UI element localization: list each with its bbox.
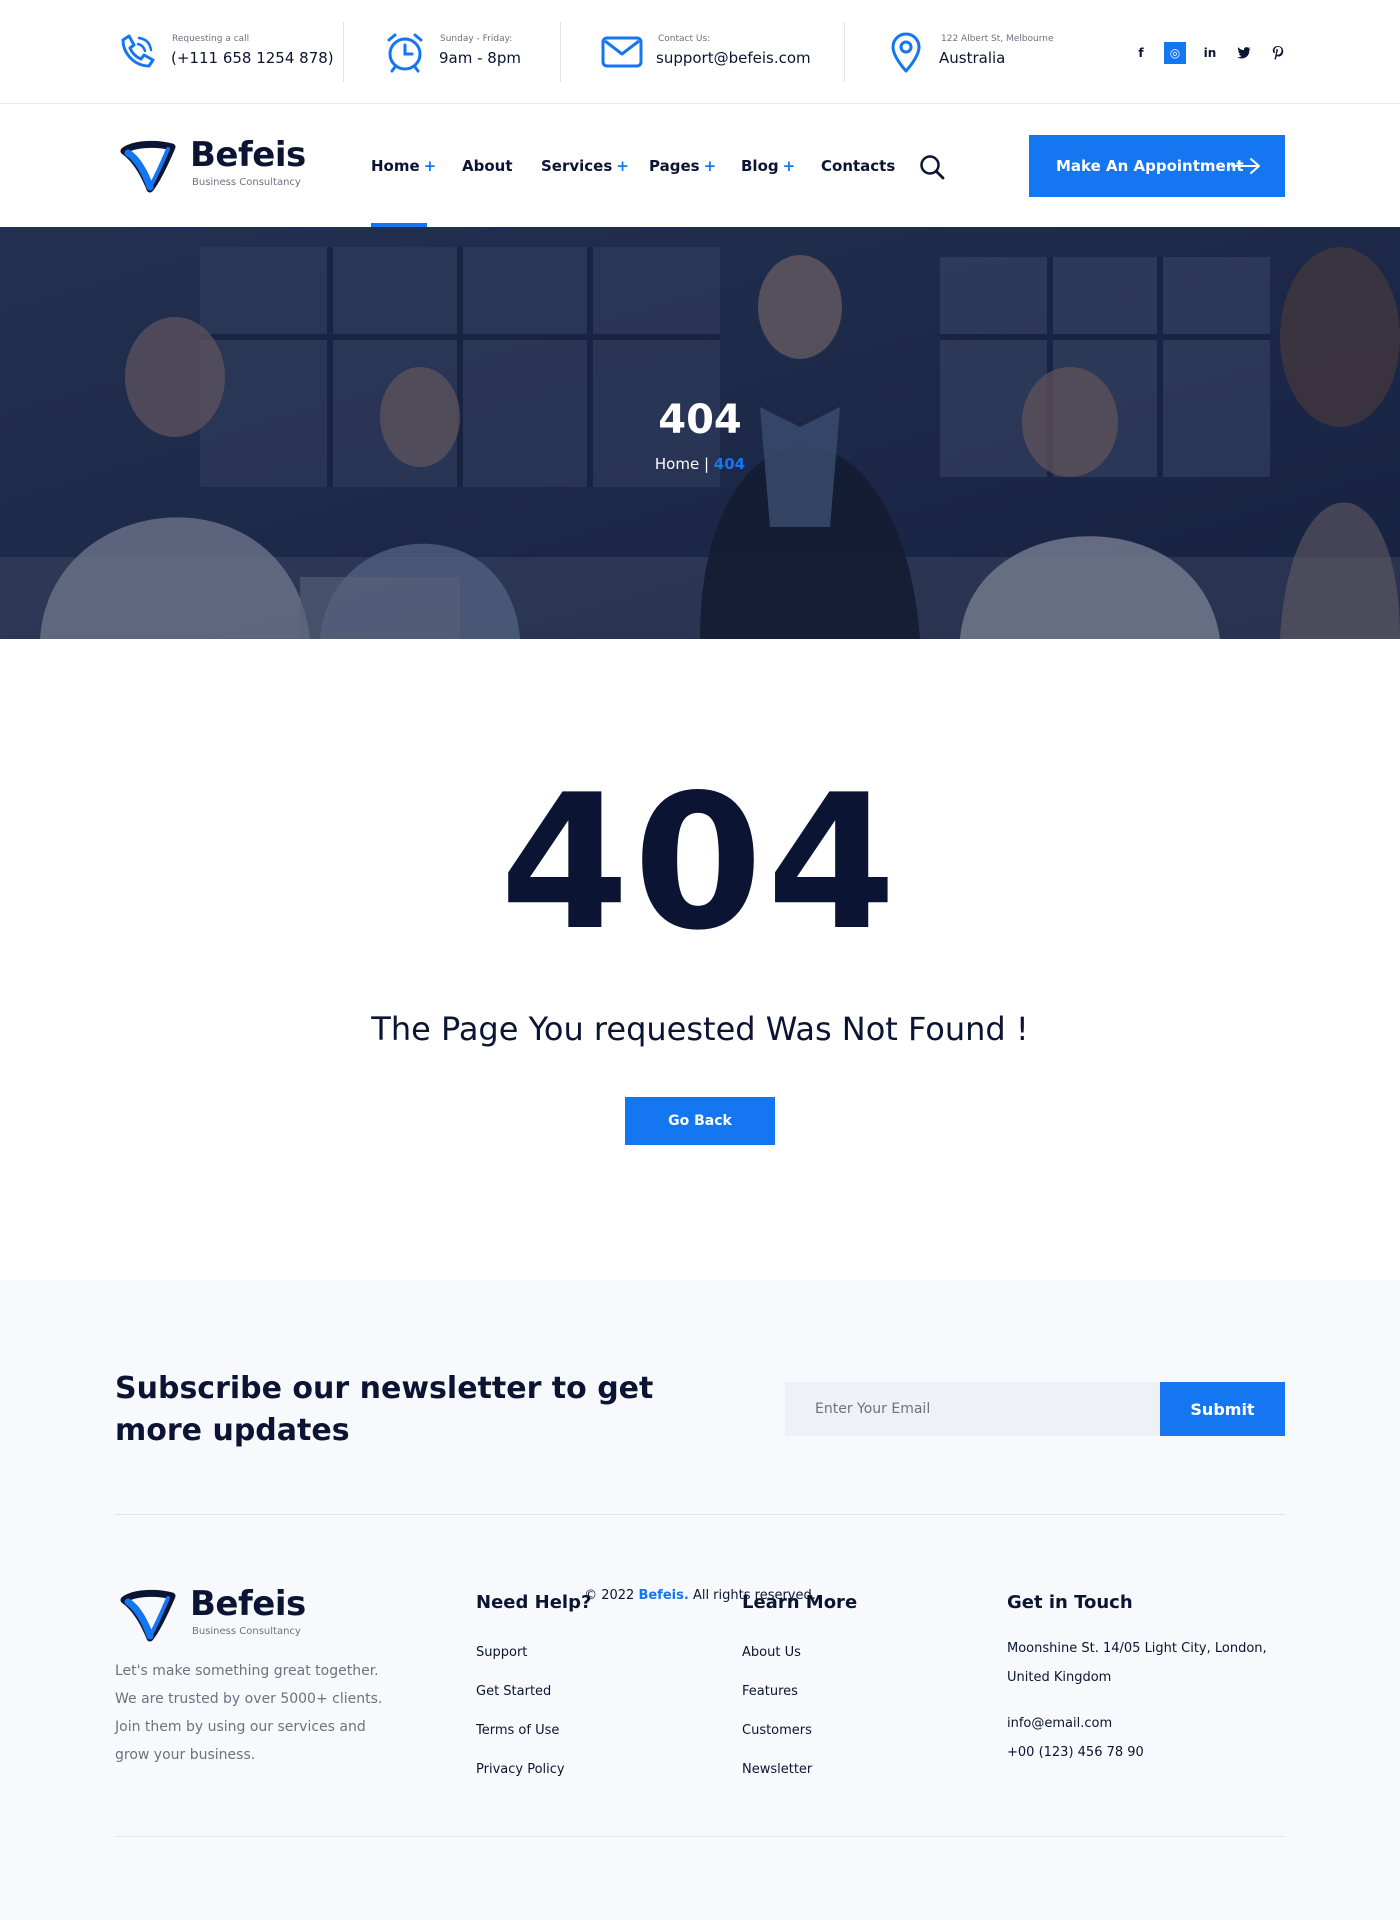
footer-bottom-divider (115, 1836, 1285, 1837)
newsletter-submit-button[interactable]: Submit (1160, 1382, 1285, 1436)
logo[interactable]: Befeis Business Consultancy (118, 133, 308, 193)
page-hero-banner: 404 Home | 404 (0, 227, 1400, 639)
footer-link-get-started[interactable]: Get Started (476, 1684, 551, 1699)
plus-icon: + (423, 157, 437, 175)
footer-link-about-us[interactable]: About Us (742, 1645, 801, 1660)
go-back-button[interactable]: Go Back (625, 1097, 775, 1145)
call-number[interactable]: (+111 658 1254 878) (171, 49, 334, 67)
pinterest-icon[interactable] (1267, 42, 1289, 64)
nav-home-label: Home (371, 157, 420, 175)
plus-icon: + (616, 157, 629, 175)
search-icon[interactable] (918, 153, 946, 181)
go-back-label: Go Back (668, 1113, 732, 1129)
footer-link-newsletter[interactable]: Newsletter (742, 1762, 812, 1777)
nav-about[interactable]: About (462, 157, 513, 175)
breadcrumb-separator: | (703, 455, 710, 473)
email-info[interactable]: Contact Us: support@befeis.com (600, 30, 820, 74)
breadcrumb-home[interactable]: Home (655, 455, 699, 473)
nav-blog[interactable]: Blog + (741, 157, 795, 175)
contact-address-line1: Moonshine St. 14/05 Light City, London, (1007, 1641, 1267, 1656)
facebook-icon[interactable]: f (1130, 42, 1152, 64)
nav-home[interactable]: Home + (371, 157, 436, 175)
footer-about-text: Let's make something great together. We … (115, 1663, 383, 1763)
alarm-clock-icon (387, 33, 423, 73)
divider (844, 22, 845, 82)
footer-link-privacy[interactable]: Privacy Policy (476, 1762, 565, 1777)
breadcrumb-current: 404 (713, 455, 746, 473)
nav-pages[interactable]: Pages + (649, 157, 716, 175)
breadcrumb: Home | 404 (0, 455, 1400, 473)
phone-icon (121, 34, 155, 68)
contact-phone[interactable]: +00 (123) 456 78 90 (1007, 1738, 1144, 1767)
location-label: 122 Albert St, Melbourne (941, 34, 1054, 44)
error-code: 404 (499, 754, 901, 971)
location-info: 122 Albert St, Melbourne Australia (884, 30, 1084, 74)
email-address[interactable]: support@befeis.com (656, 49, 811, 67)
make-appointment-label: Make An Appointment (1056, 157, 1244, 175)
arrow-right-icon (1231, 158, 1260, 174)
nav-blog-label: Blog (741, 157, 779, 175)
envelope-icon (601, 36, 643, 68)
call-label: Requesting a call (172, 34, 250, 44)
footer-divider (115, 1514, 1285, 1515)
hours-value: 9am - 8pm (439, 49, 521, 67)
footer-link-support[interactable]: Support (476, 1645, 527, 1660)
logo-name: Befeis (190, 135, 306, 175)
linkedin-icon[interactable]: in (1199, 42, 1221, 64)
nav-services-label: Services (541, 157, 613, 175)
copyright: © 2022 Befeis. All rights reserved. (0, 1588, 1400, 1603)
footer-link-customers[interactable]: Customers (742, 1723, 812, 1738)
divider (343, 22, 344, 82)
make-appointment-button[interactable]: Make An Appointment (1029, 135, 1285, 197)
copyright-brand[interactable]: Befeis. (638, 1588, 688, 1603)
plus-icon: + (782, 157, 796, 175)
logo-mark-icon (120, 140, 176, 193)
top-info-bar: Requesting a call (+111 658 1254 878) Su… (0, 0, 1400, 104)
nav-contacts-label: Contacts (821, 157, 896, 175)
copyright-text: All rights reserved. (692, 1588, 816, 1603)
footer-link-terms[interactable]: Terms of Use (476, 1723, 559, 1738)
page-title: 404 (658, 397, 742, 443)
dribbble-icon[interactable]: ◎ (1164, 42, 1186, 64)
newsletter-title: Subscribe our newsletter to get more upd… (115, 1371, 654, 1448)
hours-info: Sunday - Friday: 9am - 8pm (383, 30, 533, 74)
contact-email[interactable]: info@email.com (1007, 1709, 1112, 1738)
nav-about-label: About (462, 157, 513, 175)
nav-pages-label: Pages (649, 157, 700, 175)
twitter-icon[interactable] (1233, 42, 1255, 64)
contact-address-line2: United Kingdom (1007, 1670, 1112, 1685)
newsletter-email-input[interactable] (785, 1382, 1160, 1436)
hours-label: Sunday - Friday: (440, 34, 513, 44)
call-info[interactable]: Requesting a call (+111 658 1254 878) (115, 30, 334, 74)
footer-link-features[interactable]: Features (742, 1684, 798, 1699)
nav-services[interactable]: Services + (541, 157, 629, 175)
logo-tagline: Business Consultancy (192, 1626, 301, 1637)
newsletter-submit-label: Submit (1190, 1399, 1255, 1419)
plus-icon: + (703, 157, 717, 175)
nav-contacts[interactable]: Contacts (821, 157, 895, 175)
email-label: Contact Us: (658, 34, 711, 44)
map-pin-icon (891, 32, 921, 73)
main-navbar: Befeis Business Consultancy Home + About … (0, 105, 1400, 227)
copyright-year: © 2022 (584, 1588, 635, 1603)
divider (560, 22, 561, 82)
error-message: The Page You requested Was Not Found ! (371, 1010, 1029, 1048)
location-value: Australia (939, 49, 1006, 67)
logo-tagline: Business Consultancy (192, 177, 301, 188)
